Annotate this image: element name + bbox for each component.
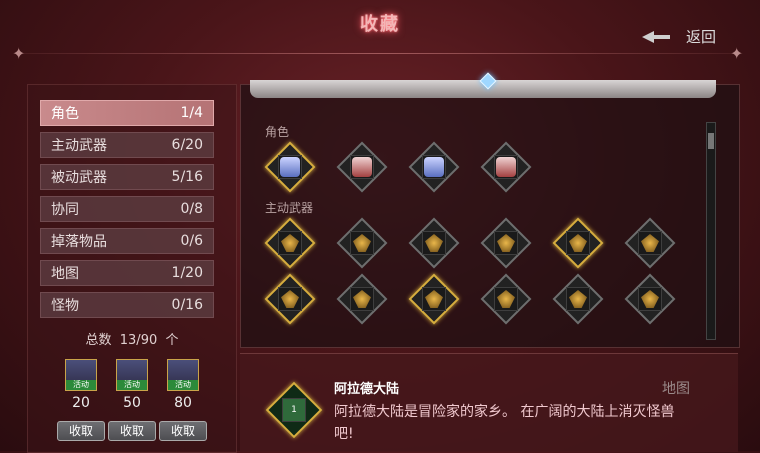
character-portrait-icon — [424, 157, 444, 177]
weapon-slot[interactable] — [624, 217, 676, 269]
weapon-slot[interactable] — [480, 217, 532, 269]
character-slot[interactable] — [264, 141, 316, 193]
back-arrow-icon — [642, 30, 670, 43]
weapon-icon — [497, 290, 515, 308]
category-monsters[interactable]: 怪物 0/16 — [40, 292, 214, 318]
weapon-icon — [353, 290, 371, 308]
category-label: 掉落物品 — [51, 234, 107, 250]
weapon-icon — [425, 234, 443, 252]
sparkle-icon: ✦ — [12, 44, 26, 63]
character-slot[interactable] — [336, 141, 388, 193]
category-count: 5/16 — [171, 169, 203, 185]
reward-chest-icon: 活动 — [116, 359, 148, 391]
weapon-slot[interactable] — [480, 273, 532, 325]
category-count: 0/6 — [180, 233, 203, 249]
detail-description: 阿拉德大陆是冒险家的家乡。 在广阔的大陆上消灭怪兽吧! — [334, 404, 675, 442]
weapon-icon — [569, 234, 587, 252]
weapon-icon — [641, 234, 659, 252]
weapon-slot[interactable] — [624, 273, 676, 325]
claim-button[interactable]: 收取 — [57, 421, 105, 441]
category-characters[interactable]: 角色 1/4 — [40, 100, 214, 126]
weapon-icon — [353, 234, 371, 252]
category-label: 怪物 — [51, 298, 79, 314]
character-portrait-icon — [352, 157, 372, 177]
category-count: 0/16 — [171, 297, 203, 313]
character-slot[interactable] — [480, 141, 532, 193]
reward-chest-icon: 活动 — [65, 359, 97, 391]
weapon-icon — [569, 290, 587, 308]
category-active-weapons[interactable]: 主动武器 6/20 — [40, 132, 214, 158]
reward-chest-icon: 活动 — [167, 359, 199, 391]
sparkle-icon: ✦ — [730, 44, 744, 63]
category-count: 1/4 — [180, 105, 203, 121]
claim-button[interactable]: 收取 — [108, 421, 156, 441]
category-count: 1/20 — [171, 265, 203, 281]
character-slot[interactable] — [408, 141, 460, 193]
weapon-slot[interactable] — [552, 217, 604, 269]
weapon-slot[interactable] — [552, 273, 604, 325]
category-label: 协同 — [51, 202, 79, 218]
claim-button[interactable]: 收取 — [159, 421, 207, 441]
weapon-slot[interactable] — [336, 217, 388, 269]
weapon-icon — [281, 290, 299, 308]
character-portrait-icon — [280, 157, 300, 177]
category-drops[interactable]: 掉落物品 0/6 — [40, 228, 214, 254]
section-label-weapons: 主动武器 — [265, 201, 314, 215]
category-maps[interactable]: 地图 1/20 — [40, 260, 214, 286]
reward-tier-2: 活动 50 — [114, 359, 150, 411]
category-passive-weapons[interactable]: 被动武器 5/16 — [40, 164, 214, 190]
category-label: 被动武器 — [51, 170, 107, 186]
weapon-slot[interactable] — [408, 273, 460, 325]
total-count: 总数 13/90 个 — [85, 333, 179, 348]
weapon-slot[interactable] — [264, 273, 316, 325]
category-synergy[interactable]: 协同 0/8 — [40, 196, 214, 222]
category-label: 角色 — [51, 106, 79, 122]
weapon-slot[interactable] — [336, 273, 388, 325]
category-count: 0/8 — [180, 201, 203, 217]
weapon-icon — [497, 234, 515, 252]
category-count: 6/20 — [171, 137, 203, 153]
reward-tier-1: 活动 20 — [63, 359, 99, 411]
selected-map-icon: 1 — [265, 381, 323, 439]
detail-name: 阿拉德大陆 — [334, 382, 400, 397]
back-label: 返回 — [686, 28, 717, 46]
category-panel: 角色 1/4 主动武器 6/20 被动武器 5/16 协同 0/8 掉落物品 0… — [27, 84, 237, 453]
character-portrait-icon — [496, 157, 516, 177]
detail-type: 地图 — [662, 381, 690, 397]
category-label: 地图 — [51, 266, 79, 282]
category-label: 主动武器 — [51, 138, 107, 154]
section-label-characters: 角色 — [265, 125, 290, 139]
back-button[interactable]: 返回 — [642, 26, 716, 47]
weapon-slot[interactable] — [408, 217, 460, 269]
header-divider — [20, 53, 740, 54]
grid-scrollbar[interactable] — [706, 122, 716, 340]
weapon-icon — [281, 234, 299, 252]
map-badge: 1 — [291, 405, 297, 415]
weapon-slot[interactable] — [264, 217, 316, 269]
scrollbar-thumb[interactable] — [708, 133, 714, 149]
weapon-icon — [425, 290, 443, 308]
reward-tier-3: 活动 80 — [165, 359, 201, 411]
weapon-icon — [641, 290, 659, 308]
